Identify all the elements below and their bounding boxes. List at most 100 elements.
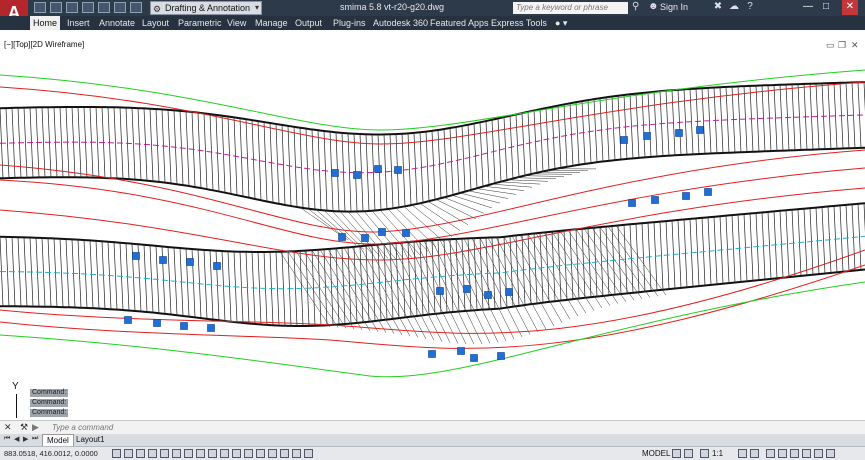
undo-icon[interactable] — [114, 2, 126, 13]
tab-view[interactable]: View — [224, 16, 249, 30]
transparency-icon[interactable] — [244, 449, 253, 458]
maximize-button[interactable]: □ — [818, 0, 834, 15]
cross-section-line — [113, 242, 118, 310]
viewport-controls[interactable]: [−][Top][2D Wireframe] — [4, 40, 84, 49]
osnap-icon[interactable] — [172, 449, 181, 458]
exchange-icon[interactable]: ✖ — [712, 1, 724, 13]
offset-line — [0, 149, 865, 233]
tab-featured-apps[interactable]: Featured Apps — [427, 16, 492, 30]
tab-manage[interactable]: Manage — [252, 16, 291, 30]
grip-points[interactable] — [124, 126, 712, 362]
viewport-close-icon[interactable]: ✕ — [851, 40, 859, 51]
cross-section-line — [113, 107, 118, 179]
pan-icon[interactable] — [292, 449, 301, 458]
cross-section-line — [167, 109, 172, 184]
tab-home[interactable]: Home — [30, 16, 61, 30]
grid-icon[interactable] — [136, 449, 145, 458]
viewport-restore-icon[interactable]: ❐ — [838, 40, 846, 51]
lock-icon[interactable] — [778, 449, 787, 458]
binoculars-icon[interactable]: ⚲ — [632, 1, 639, 12]
cross-section-line — [731, 215, 736, 283]
cross-section-line — [131, 107, 136, 180]
annotation-monitor-icon[interactable] — [280, 449, 289, 458]
tab-express-tools[interactable]: Express Tools — [488, 16, 550, 30]
otrack-icon[interactable] — [196, 449, 205, 458]
drawing-canvas[interactable] — [0, 60, 865, 420]
isolate-objects-icon[interactable] — [802, 449, 811, 458]
ducs-icon[interactable] — [208, 449, 217, 458]
tab-insert[interactable]: Insert — [64, 16, 93, 30]
cross-section-line — [821, 206, 826, 274]
tab-autodesk-360[interactable]: Autodesk 360 — [370, 16, 431, 30]
cross-section-line — [77, 106, 82, 178]
workspace-dropdown[interactable]: ⚙ Drafting & Annotation ▾ — [150, 1, 262, 15]
model-space-label[interactable]: MODEL — [642, 449, 670, 458]
grip-point — [497, 352, 505, 360]
grip-point — [378, 228, 386, 236]
command-input[interactable] — [52, 422, 832, 433]
zoom-icon[interactable] — [304, 449, 313, 458]
grip-point — [704, 188, 712, 196]
ribbon-options-icon[interactable]: ● ▾ — [552, 16, 570, 30]
search-input[interactable]: Type a keyword or phrase — [513, 2, 628, 14]
infer-constraints-icon[interactable] — [112, 449, 121, 458]
viewport-minimize-icon[interactable]: ▭ — [826, 40, 835, 51]
slope-line — [279, 251, 331, 328]
quick-view-drawings-icon[interactable] — [684, 449, 693, 458]
tab-plug-ins[interactable]: Plug-ins — [330, 16, 369, 30]
layout-tabs: ⏮ ◀ ▶ ⏭ Model Layout1 — [0, 434, 865, 446]
quick-properties-icon[interactable] — [256, 449, 265, 458]
road-corridor-upper — [0, 81, 865, 260]
snap-icon[interactable] — [124, 449, 133, 458]
help-icon[interactable]: ? — [744, 1, 756, 13]
selection-cycling-icon[interactable] — [268, 449, 277, 458]
tab-annotate[interactable]: Annotate — [96, 16, 138, 30]
tab-layout[interactable]: Layout — [139, 16, 172, 30]
user-icon: ☻ — [648, 1, 659, 12]
tab-output[interactable]: Output — [292, 16, 325, 30]
ortho-icon[interactable] — [148, 449, 157, 458]
annotation-scale-icon[interactable] — [700, 449, 709, 458]
cross-section-line — [41, 237, 46, 307]
grip-point — [436, 287, 444, 295]
grip-point — [457, 347, 465, 355]
status-bar-menu-icon[interactable] — [814, 449, 823, 458]
grip-point — [331, 169, 339, 177]
autocad-360-icon[interactable]: ☁ — [728, 1, 740, 13]
cross-section-line — [95, 240, 100, 309]
polar-icon[interactable] — [160, 449, 169, 458]
annotation-scale[interactable]: 1:1 — [712, 449, 723, 458]
open-file-icon[interactable] — [50, 2, 62, 13]
workspace-switching-icon[interactable] — [766, 449, 775, 458]
grip-point — [124, 316, 132, 324]
auto-scale-icon[interactable] — [750, 449, 759, 458]
close-icon[interactable]: ✕ — [4, 422, 12, 433]
plot-icon[interactable] — [98, 2, 110, 13]
document-title: smima 5.8 vt-r20-g20.dwg — [339, 2, 445, 12]
sign-in-link[interactable]: Sign In — [660, 2, 688, 12]
first-tab-icon[interactable]: ⏮ — [4, 435, 10, 443]
tab-model[interactable]: Model — [42, 434, 74, 446]
close-button[interactable]: ✕ — [842, 0, 858, 15]
lineweight-icon[interactable] — [232, 449, 241, 458]
new-file-icon[interactable] — [34, 2, 46, 13]
quick-view-layouts-icon[interactable] — [672, 449, 681, 458]
clean-screen-icon[interactable] — [826, 449, 835, 458]
slope-line — [515, 177, 557, 180]
wrench-icon[interactable]: ⚒ — [20, 422, 28, 433]
dyn-icon[interactable] — [220, 449, 229, 458]
ucs-y-axis-icon: Y — [12, 381, 19, 392]
tab-parametric[interactable]: Parametric — [175, 16, 225, 30]
prev-tab-icon[interactable]: ◀ — [14, 435, 19, 443]
save-as-icon[interactable] — [82, 2, 94, 13]
tab-layout1[interactable]: Layout1 — [72, 434, 108, 446]
minimize-button[interactable]: — — [800, 0, 816, 15]
redo-icon[interactable] — [130, 2, 142, 13]
last-tab-icon[interactable]: ⏭ — [32, 435, 38, 443]
next-tab-icon[interactable]: ▶ — [23, 435, 28, 443]
annotation-visibility-icon[interactable] — [738, 449, 747, 458]
3d-osnap-icon[interactable] — [184, 449, 193, 458]
cross-section-line — [41, 107, 46, 178]
hardware-acceleration-icon[interactable] — [790, 449, 799, 458]
save-icon[interactable] — [66, 2, 78, 13]
